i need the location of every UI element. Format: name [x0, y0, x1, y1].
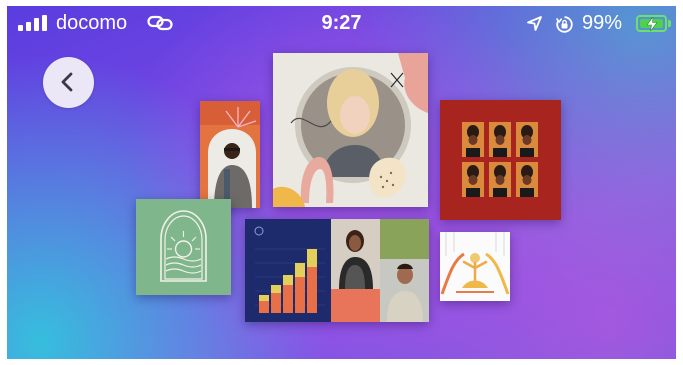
yoga-illustration: [440, 232, 510, 301]
portrait-woman-image: [273, 53, 428, 207]
sun-arch-card[interactable]: [136, 199, 231, 295]
portrait-man-orange-card[interactable]: [200, 101, 260, 208]
photo-grid-image: [440, 100, 561, 220]
bar-chart-people-image: [245, 219, 429, 322]
bar-chart-people-card[interactable]: [245, 219, 429, 322]
portrait-woman-card[interactable]: [273, 53, 428, 207]
back-button[interactable]: [43, 57, 94, 108]
location-arrow-icon: [527, 16, 542, 31]
phone-screen: docomo 9:27 99%: [7, 6, 676, 359]
rotation-lock-icon: [555, 16, 573, 33]
chevron-left-icon: [61, 72, 73, 92]
clock-time: 9:27: [321, 12, 362, 34]
portrait-man-image: [200, 101, 260, 208]
battery-cap: [668, 20, 671, 27]
illustration-small-card[interactable]: [440, 232, 510, 301]
battery-percent: 99%: [582, 12, 623, 34]
sun-arch-illustration: [136, 199, 231, 295]
status-bar: docomo 9:27 99%: [7, 6, 676, 42]
battery-charging-icon: [636, 15, 667, 32]
photo-grid-red-card[interactable]: [440, 100, 561, 220]
